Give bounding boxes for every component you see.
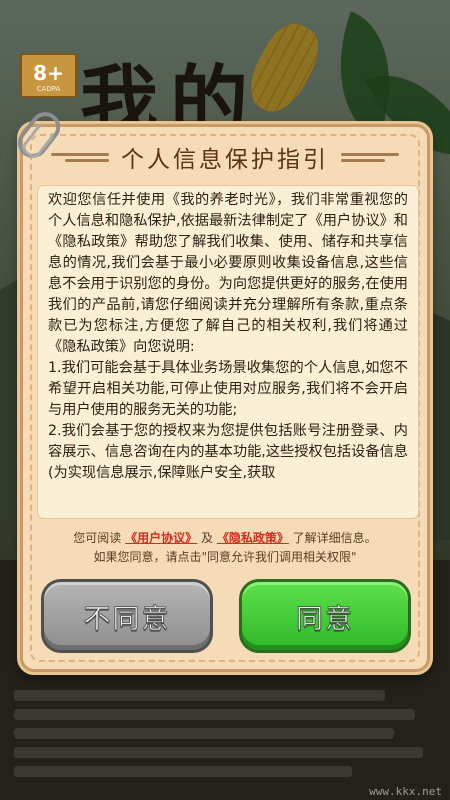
privacy-policy-link[interactable]: 《隐私政策》 <box>217 531 289 545</box>
notice-line-2: 如果您同意，请点击"同意允许我们调用相关权限" <box>93 550 357 564</box>
consent-notice: 您可阅读 《用户协议》 及 《隐私政策》 了解详细信息。 如果您同意，请点击"同… <box>23 529 427 567</box>
title-decoration-right <box>341 151 399 163</box>
privacy-dialog: 个人信息保护指引 欢迎您信任并使用《我的养老时光》，我们非常重视您的个人信息和隐… <box>20 124 430 672</box>
policy-paragraph-2: 2.我们会基于您的授权来为您提供包括账号注册登录、内容展示、信息咨询在内的基本功… <box>48 423 408 481</box>
user-agreement-link[interactable]: 《用户协议》 <box>125 531 197 545</box>
dialog-header: 个人信息保护指引 <box>23 141 427 173</box>
title-decoration-left <box>51 151 109 163</box>
notice-text: 及 <box>200 531 213 545</box>
agree-button[interactable]: 同意 <box>239 579 411 653</box>
age-rating-badge: 8+ CADPA <box>20 53 77 98</box>
notice-text: 您可阅读 <box>73 531 122 545</box>
age-rating-caption: CADPA <box>36 85 61 93</box>
notice-text: 了解详细信息。 <box>292 531 377 545</box>
dialog-title: 个人信息保护指引 <box>121 147 329 173</box>
policy-paragraph-1: 1.我们可能会基于具体业务场景收集您的个人信息,如您不希望开启相关功能,可停止使… <box>48 360 408 418</box>
policy-paragraph-intro: 欢迎您信任并使用《我的养老时光》，我们非常重视您的个人信息和隐私保护,依据最新法… <box>48 192 408 355</box>
watermark: www.kkx.net <box>369 785 442 798</box>
disagree-button[interactable]: 不同意 <box>41 579 213 653</box>
policy-text-scroll-area[interactable]: 欢迎您信任并使用《我的养老时光》，我们非常重视您的个人信息和隐私保护,依据最新法… <box>37 185 419 519</box>
age-rating-value: 8+ <box>33 61 64 85</box>
